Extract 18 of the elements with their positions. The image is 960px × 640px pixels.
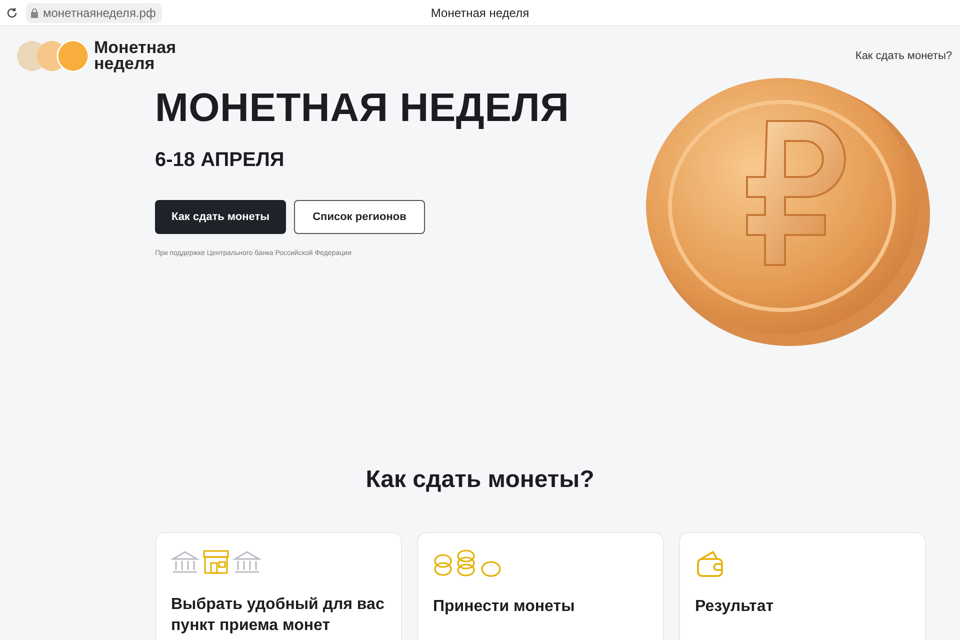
regions-button[interactable]: Список регионов — [294, 200, 425, 234]
address-bar[interactable]: монетнаянеделя.рф — [26, 2, 162, 22]
section-title: Как сдать монеты? — [364, 466, 596, 494]
wallet-icon — [695, 549, 725, 579]
step-title: Принести монеты — [433, 597, 576, 617]
step-title: Результат — [695, 597, 775, 617]
nav-link[interactable]: Как сдать монеты? — [855, 50, 952, 62]
event-dates: 6-18 АПРЕЛЯ — [155, 149, 286, 172]
how-to-button[interactable]: Как сдать монеты — [155, 200, 286, 234]
logo-text: Монетная неделя — [94, 40, 176, 72]
step-title: Выбрать удобный для вас пункт приема монет — [171, 595, 386, 636]
lock-icon — [30, 8, 39, 18]
bank-buildings-icon — [171, 549, 261, 577]
reload-icon[interactable] — [6, 6, 18, 18]
tab-title: Монетная неделя — [430, 6, 530, 20]
coin-stacks-icon — [433, 549, 503, 579]
hero-title: МОНЕТНАЯ НЕДЕЛЯ — [155, 86, 570, 131]
logo-circles-icon — [16, 39, 90, 73]
